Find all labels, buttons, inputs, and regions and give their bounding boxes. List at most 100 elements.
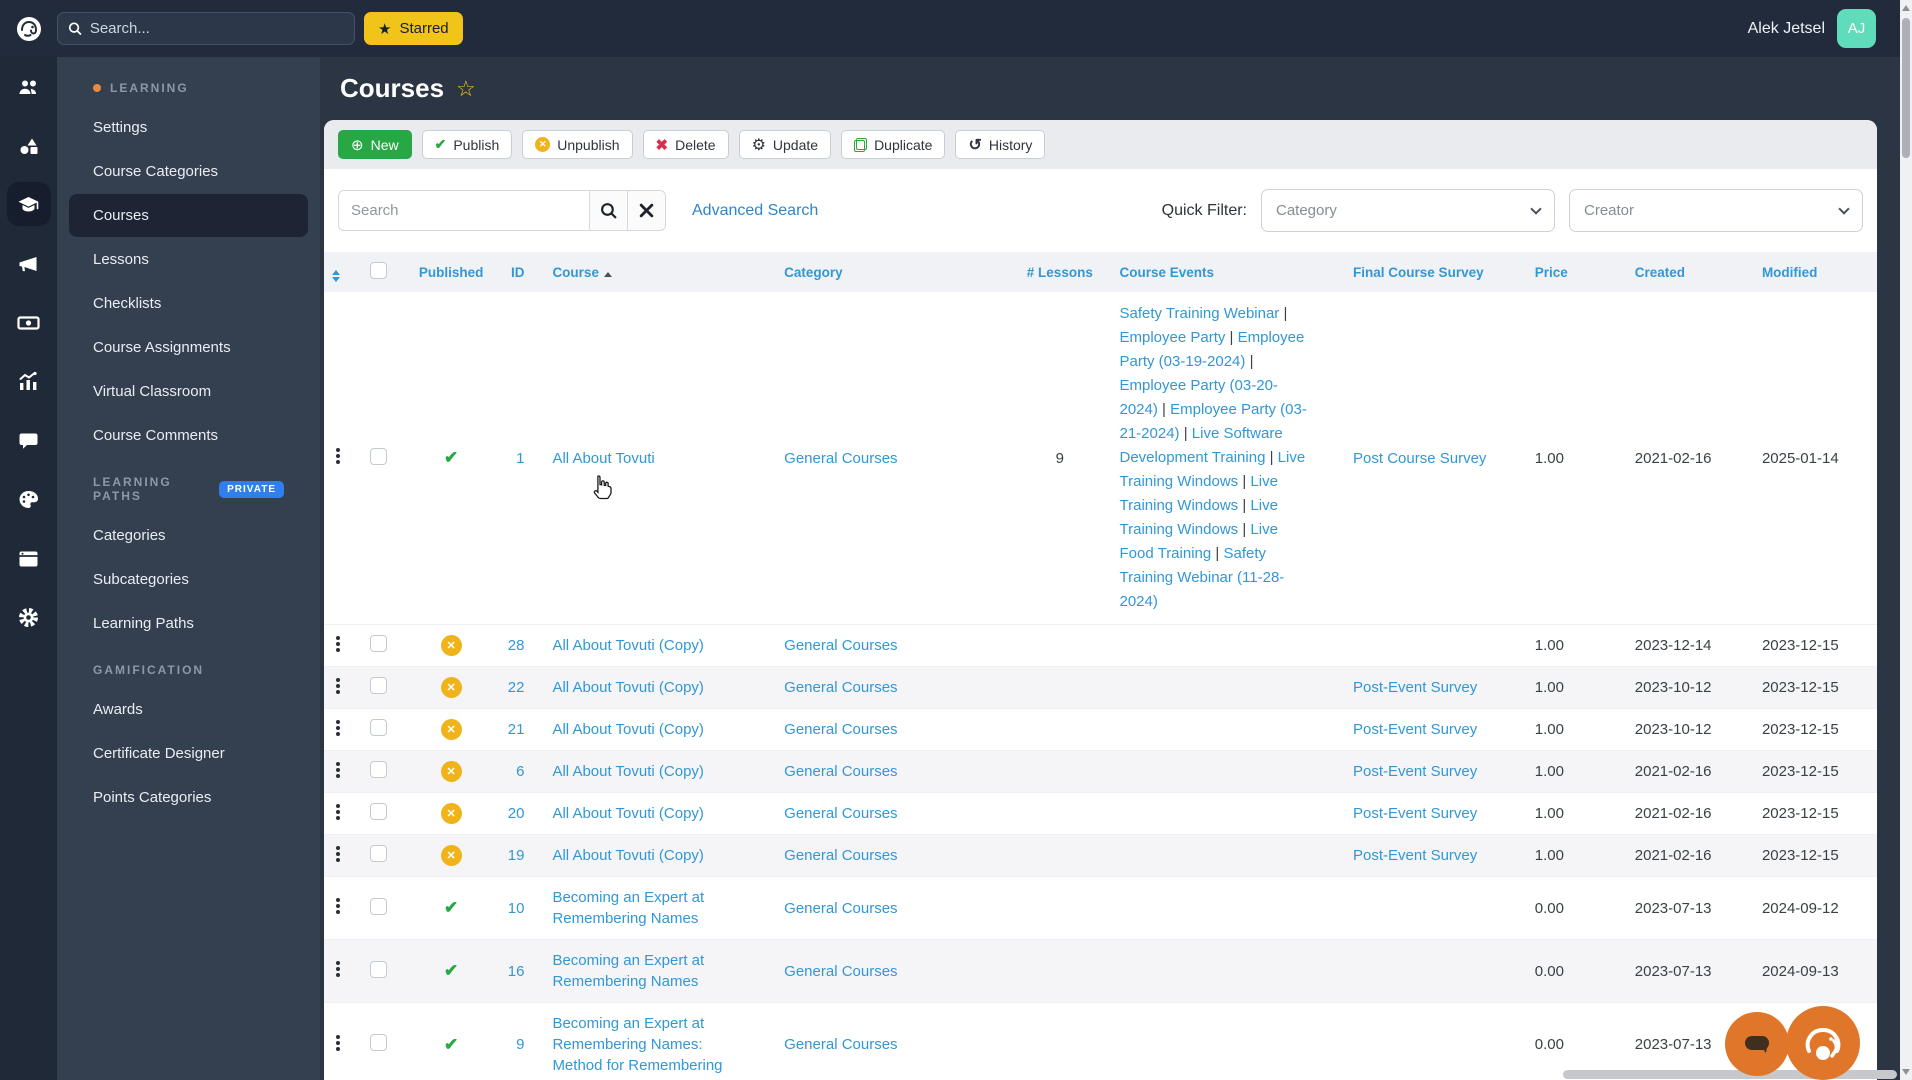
scroll-down-arrow-icon[interactable] [1902,1069,1910,1075]
course-link[interactable]: Becoming an Expert at Remembering Names:… [552,1015,722,1074]
row-checkbox[interactable] [369,635,387,652]
category-link[interactable]: General Courses [784,450,897,467]
duplicate-button[interactable]: Duplicate [841,130,946,159]
col-category[interactable]: Category [772,252,1019,292]
select-all-checkbox[interactable] [369,262,387,279]
rail-item-palette[interactable] [7,477,51,521]
course-id-link[interactable]: 1 [516,450,524,467]
sidebar-item-subcategories[interactable]: Subcategories [69,558,308,601]
history-button[interactable]: ↺ History [955,130,1046,159]
rail-item-money[interactable] [7,300,51,344]
course-link[interactable]: All About Tovuti (Copy) [552,721,703,738]
sidebar-item-courses[interactable]: Courses [69,194,308,237]
scroll-up-arrow-icon[interactable] [1902,5,1910,11]
course-id-link[interactable]: 20 [508,805,525,822]
rail-item-chat[interactable] [7,418,51,462]
sidebar-item-course-comments[interactable]: Course Comments [69,414,308,457]
row-checkbox[interactable] [369,845,387,862]
new-button[interactable]: ⊕ New [338,130,412,159]
course-link[interactable]: All About Tovuti [552,450,654,467]
course-link[interactable]: Becoming an Expert at Remembering Names [552,889,704,927]
table-search-input[interactable] [338,190,590,231]
col-lessons[interactable]: # Lessons [1018,252,1102,292]
row-checkbox[interactable] [369,447,387,465]
update-button[interactable]: ⚙ Update [738,130,832,159]
tovuti-logo[interactable] [0,14,57,44]
delete-button[interactable]: ✖ Delete [642,130,729,159]
col-course[interactable]: Course [532,252,773,292]
rail-item-shapes[interactable] [7,123,51,167]
sidebar-item-lessons[interactable]: Lessons [69,238,308,281]
course-event-link[interactable]: Safety Training Webinar [1120,305,1280,322]
sort-order-icon[interactable] [332,269,340,282]
course-link[interactable]: All About Tovuti (Copy) [552,637,703,654]
row-menu-kebab-icon[interactable] [336,967,340,971]
category-link[interactable]: General Courses [784,637,897,654]
col-price[interactable]: Price [1526,252,1627,292]
unpublish-button[interactable]: ✕ Unpublish [522,130,633,159]
row-menu-kebab-icon[interactable] [336,454,340,458]
category-link[interactable]: General Courses [784,763,897,780]
course-link[interactable]: All About Tovuti (Copy) [552,763,703,780]
final-survey-link[interactable]: Post-Event Survey [1353,721,1477,738]
category-link[interactable]: General Courses [784,1036,897,1053]
rail-item-graduation-cap[interactable] [6,182,51,226]
final-survey-link[interactable]: Post-Event Survey [1353,805,1477,822]
course-id-link[interactable]: 19 [508,847,525,864]
sidebar-item-learning-paths[interactable]: Learning Paths [69,602,308,645]
row-menu-kebab-icon[interactable] [336,1040,340,1045]
category-link[interactable]: General Courses [784,900,897,917]
row-checkbox[interactable] [369,897,387,915]
col-modified[interactable]: Modified [1753,252,1877,292]
category-link[interactable]: General Courses [784,679,897,696]
rail-item-window[interactable] [7,536,51,580]
col-id[interactable]: ID [494,252,533,292]
row-checkbox[interactable] [369,803,387,820]
course-id-link[interactable]: 6 [516,763,524,780]
sidebar-item-course-categories[interactable]: Course Categories [69,150,308,193]
sidebar-item-awards[interactable]: Awards [69,688,308,731]
search-submit-button[interactable] [590,190,628,231]
vertical-scrollbar[interactable] [1900,0,1912,1080]
course-link[interactable]: All About Tovuti (Copy) [552,805,703,822]
row-menu-kebab-icon[interactable] [336,683,340,688]
advanced-search-link[interactable]: Advanced Search [692,202,818,220]
row-checkbox[interactable] [369,677,387,694]
row-menu-kebab-icon[interactable] [336,809,340,814]
row-menu-kebab-icon[interactable] [336,767,340,772]
search-clear-button[interactable] [628,190,666,231]
sidebar-item-checklists[interactable]: Checklists [69,282,308,325]
col-published[interactable]: Published [407,252,495,292]
horizontal-scrollbar-thumb[interactable] [1563,1070,1897,1079]
course-id-link[interactable]: 21 [508,721,525,738]
row-checkbox[interactable] [369,1034,387,1051]
course-link[interactable]: All About Tovuti (Copy) [552,847,703,864]
category-link[interactable]: General Courses [784,805,897,822]
row-menu-kebab-icon[interactable] [336,641,340,646]
chat-widget-button[interactable] [1725,1012,1789,1076]
course-id-link[interactable]: 10 [508,900,525,917]
sidebar-item-categories[interactable]: Categories [69,514,308,557]
sidebar-item-course-assignments[interactable]: Course Assignments [69,326,308,369]
category-link[interactable]: General Courses [784,721,897,738]
course-link[interactable]: All About Tovuti (Copy) [552,679,703,696]
col-final-course-survey[interactable]: Final Course Survey [1337,252,1527,292]
final-survey-link[interactable]: Post-Event Survey [1353,847,1477,864]
final-survey-link[interactable]: Post-Event Survey [1353,679,1477,696]
rail-item-gear[interactable] [7,595,51,639]
course-event-link[interactable]: Employee Party [1120,329,1226,346]
course-id-link[interactable]: 16 [508,963,525,980]
row-menu-kebab-icon[interactable] [336,851,340,856]
help-widget-button[interactable] [1786,1006,1860,1080]
starred-button[interactable]: ★ Starred [364,12,463,45]
category-filter-dropdown[interactable]: Category [1261,189,1555,232]
col-course-events[interactable]: Course Events [1101,252,1338,292]
rail-item-megaphone[interactable] [7,241,51,285]
rail-item-users[interactable] [7,64,51,108]
sidebar-item-settings[interactable]: Settings [69,106,308,149]
course-id-link[interactable]: 28 [508,637,525,654]
rail-item-chart[interactable] [7,359,51,403]
row-menu-kebab-icon[interactable] [336,725,340,730]
vertical-scrollbar-thumb[interactable] [1902,18,1910,158]
course-id-link[interactable]: 9 [516,1036,524,1053]
